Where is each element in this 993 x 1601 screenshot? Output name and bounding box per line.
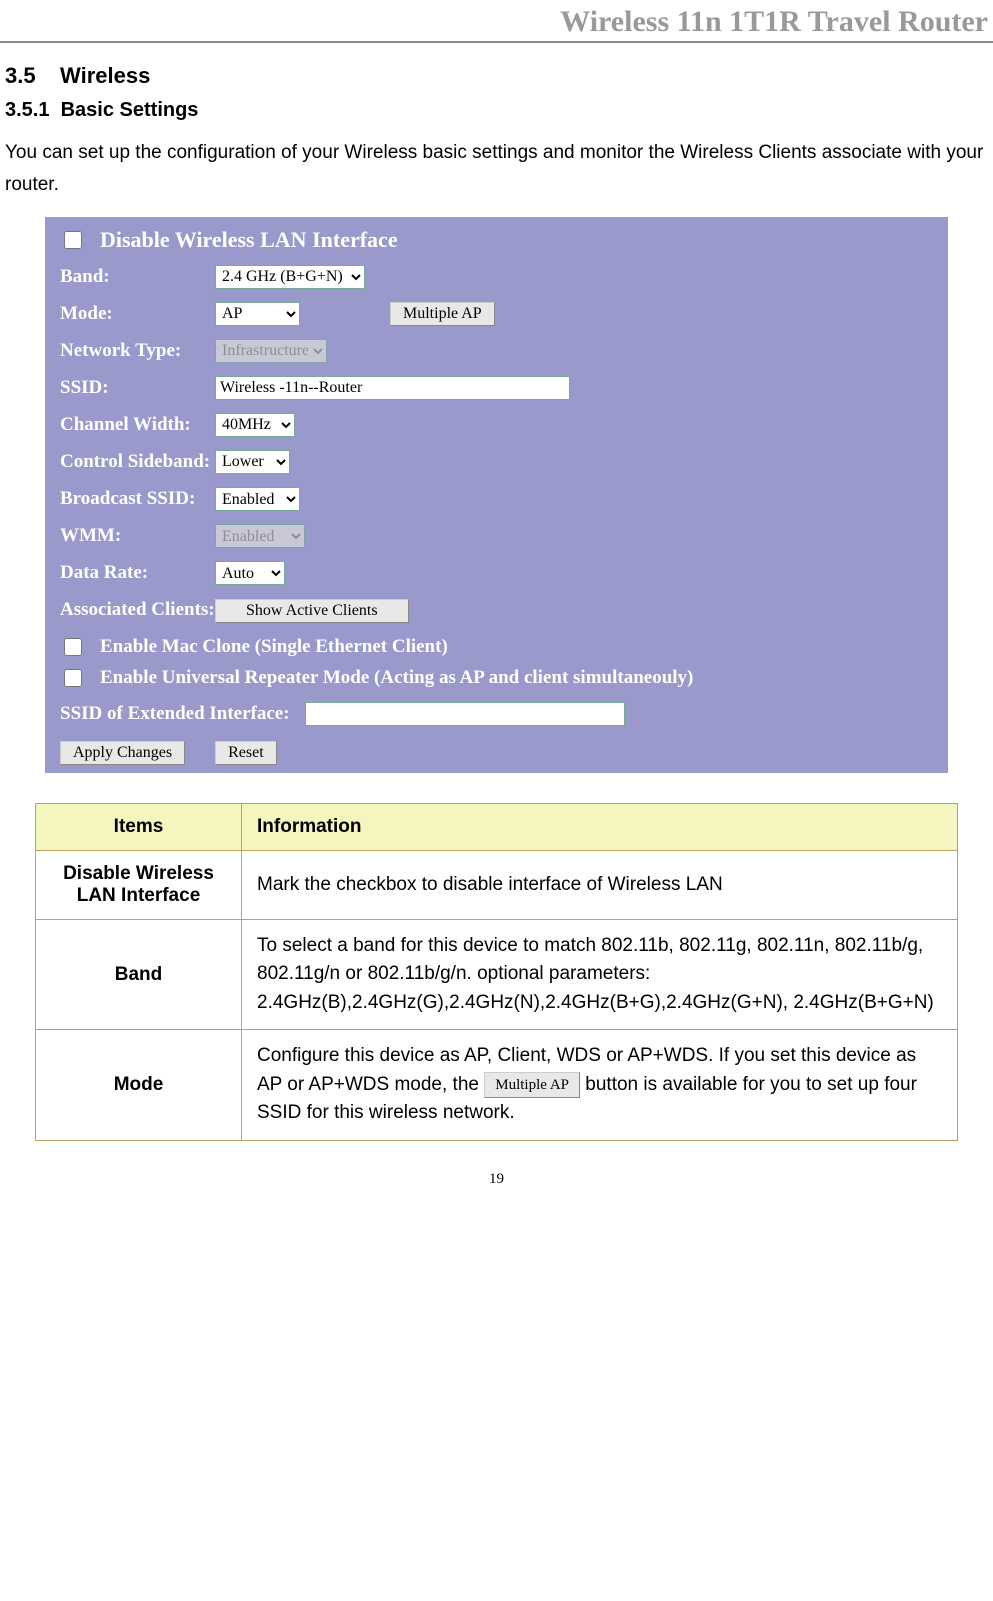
- multiple-ap-button[interactable]: Multiple AP: [390, 302, 495, 326]
- table-row: Band To select a band for this device to…: [36, 919, 958, 1030]
- table-item: Mode: [36, 1030, 242, 1141]
- table-item: Disable Wireless LAN Interface: [36, 850, 242, 919]
- apply-changes-button[interactable]: Apply Changes: [60, 741, 185, 765]
- router-config-panel: Disable Wireless LAN Interface Band: 2.4…: [45, 217, 948, 773]
- associated-clients-label: Associated Clients:: [60, 598, 215, 623]
- disable-wireless-checkbox[interactable]: [64, 231, 82, 249]
- universal-repeater-checkbox[interactable]: [64, 669, 82, 687]
- broadcast-ssid-label: Broadcast SSID:: [60, 488, 215, 510]
- broadcast-ssid-select[interactable]: Enabled: [215, 487, 300, 511]
- table-info: Mark the checkbox to disable interface o…: [242, 850, 958, 919]
- reset-button[interactable]: Reset: [215, 741, 277, 765]
- extended-ssid-input[interactable]: [305, 702, 625, 726]
- header-title: Wireless 11n 1T1R Travel Router: [560, 5, 988, 38]
- channel-width-label: Channel Width:: [60, 414, 215, 436]
- channel-width-select[interactable]: 40MHz: [215, 413, 295, 437]
- data-rate-label: Data Rate:: [60, 562, 215, 584]
- mac-clone-label: Enable Mac Clone (Single Ethernet Client…: [100, 636, 933, 658]
- ssid-input[interactable]: [215, 376, 570, 400]
- wmm-select: Enabled: [215, 524, 305, 548]
- mac-clone-checkbox[interactable]: [64, 638, 82, 656]
- table-row: Mode Configure this device as AP, Client…: [36, 1030, 958, 1141]
- mode-label: Mode:: [60, 303, 215, 325]
- network-type-select: Infrastructure: [215, 339, 327, 363]
- section-heading: 3.5 Wireless: [5, 63, 988, 89]
- wmm-label: WMM:: [60, 525, 215, 547]
- table-header-items: Items: [36, 803, 242, 850]
- control-sideband-select[interactable]: Lower: [215, 450, 290, 474]
- extended-ssid-label: SSID of Extended Interface:: [60, 703, 290, 725]
- disable-wireless-label: Disable Wireless LAN Interface: [100, 227, 398, 253]
- table-header-info: Information: [242, 803, 958, 850]
- table-info: To select a band for this device to matc…: [242, 919, 958, 1030]
- network-type-label: Network Type:: [60, 340, 215, 362]
- data-rate-select[interactable]: Auto: [215, 561, 285, 585]
- ssid-label: SSID:: [60, 377, 215, 399]
- page-header: Wireless 11n 1T1R Travel Router: [0, 0, 993, 43]
- table-info: Configure this device as AP, Client, WDS…: [242, 1030, 958, 1141]
- table-item: Band: [36, 919, 242, 1030]
- show-active-clients-button[interactable]: Show Active Clients: [215, 599, 409, 623]
- multiple-ap-inline-button: Multiple AP: [484, 1072, 580, 1099]
- band-label: Band:: [60, 266, 215, 288]
- subsection-heading: 3.5.1 Basic Settings: [5, 99, 988, 122]
- band-select[interactable]: 2.4 GHz (B+G+N): [215, 265, 365, 289]
- mode-select[interactable]: AP: [215, 302, 300, 326]
- description-table: Items Information Disable Wireless LAN I…: [35, 803, 958, 1141]
- page-number: 19: [0, 1171, 993, 1188]
- universal-repeater-label: Enable Universal Repeater Mode (Acting a…: [100, 667, 933, 689]
- intro-text: You can set up the configuration of your…: [5, 137, 988, 202]
- control-sideband-label: Control Sideband:: [60, 450, 215, 475]
- table-row: Disable Wireless LAN Interface Mark the …: [36, 850, 958, 919]
